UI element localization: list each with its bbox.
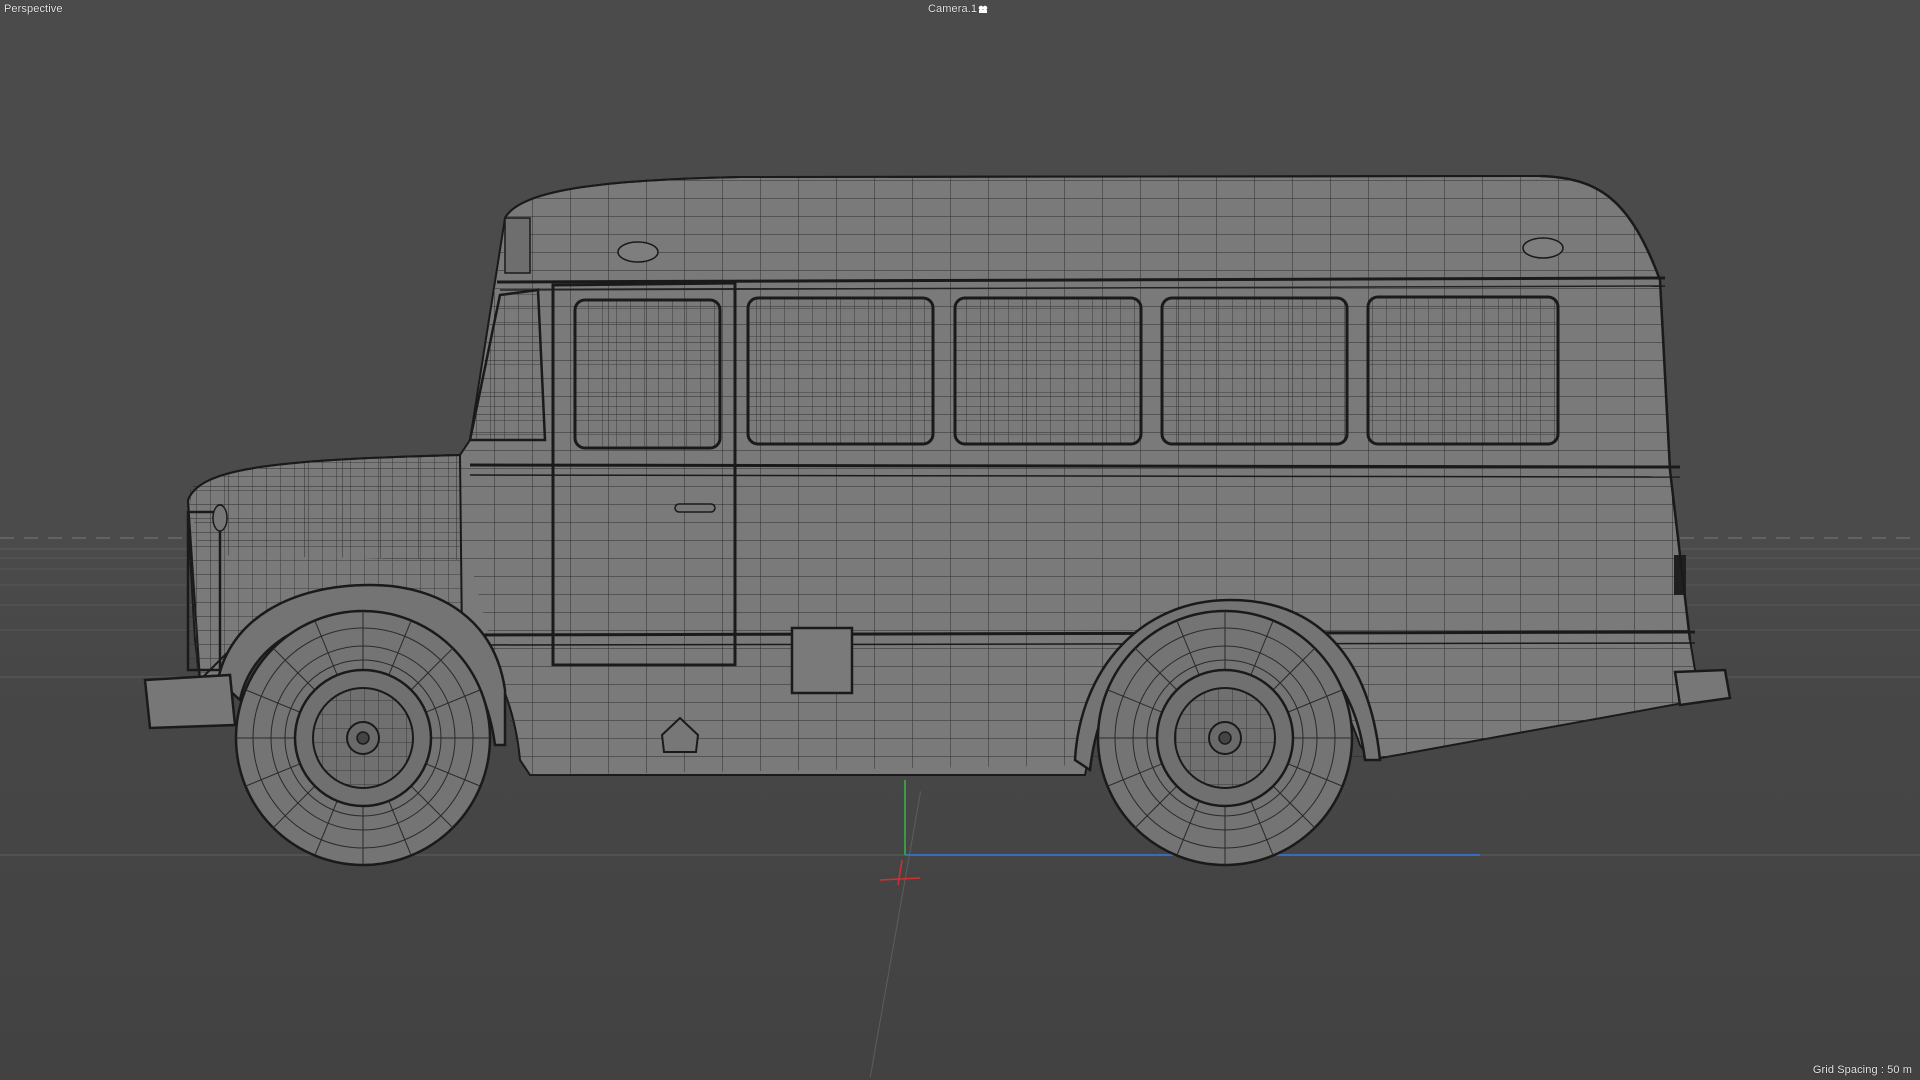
3d-viewport[interactable]: Perspective Camera.1 Grid Spacing : 50 m [0,0,1920,1080]
viewport-scene[interactable] [0,0,1920,1080]
x-axis [879,877,921,881]
door-handle [674,503,716,513]
radiator-grille [186,510,222,672]
grid-spacing-readout: Grid Spacing : 50 m [1812,1064,1912,1076]
camera-selector[interactable]: Camera.1 [928,3,989,16]
view-name-label[interactable]: Perspective [4,3,63,16]
rear-bumper [1673,668,1732,707]
side-hatch [790,626,854,695]
bus-model[interactable] [143,170,1732,867]
roof-marker-light-front [617,241,659,263]
front-bumper [143,673,237,730]
headlight [212,504,228,532]
camera-icon[interactable] [978,5,989,13]
front-wheel [234,609,492,867]
roof-marker-light-rear [1522,237,1564,259]
rear-wheel [1096,609,1354,867]
camera-name: Camera.1 [928,3,978,15]
